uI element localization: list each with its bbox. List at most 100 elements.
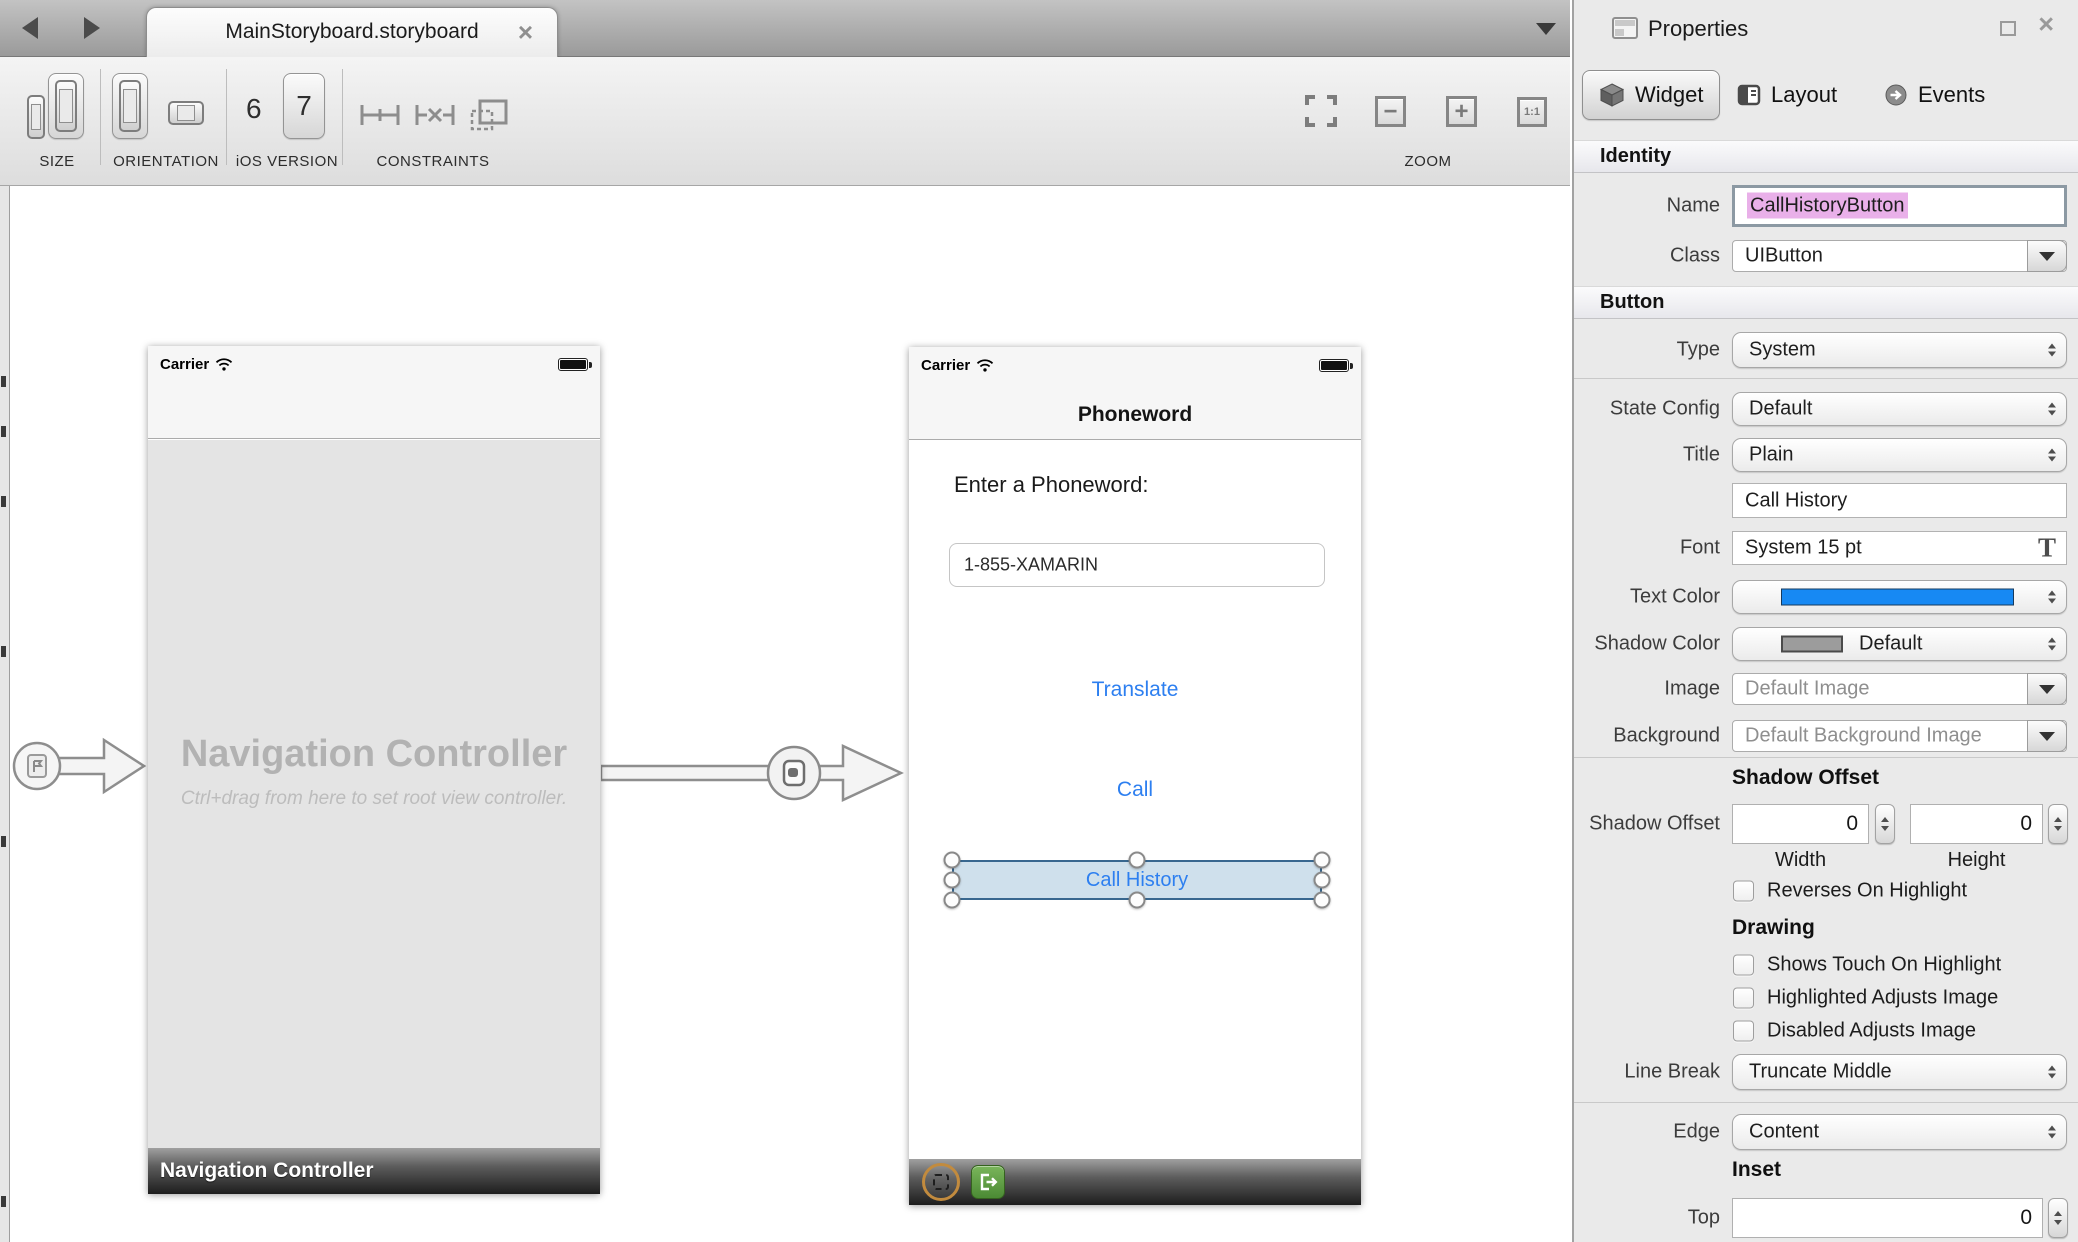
line-break-label: Line Break: [1574, 1061, 1720, 1084]
orientation-portrait-button[interactable]: [112, 73, 148, 139]
call-button[interactable]: Call: [909, 778, 1361, 802]
edge-select[interactable]: Content: [1732, 1114, 2067, 1150]
panel-edge-mark: [1, 836, 6, 847]
tab-close-icon[interactable]: ×: [518, 8, 533, 56]
shadow-offset-height-input[interactable]: 0: [1910, 804, 2043, 844]
disabled-adjusts-checkbox[interactable]: [1733, 1021, 1754, 1042]
back-button[interactable]: [22, 17, 38, 39]
ios6-button[interactable]: 6: [246, 93, 262, 125]
resize-handle[interactable]: [1314, 852, 1331, 869]
inset-top-input[interactable]: 0: [1732, 1198, 2043, 1238]
shadow-offset-width-input[interactable]: 0: [1732, 804, 1869, 844]
title-text-row: Call History: [1574, 483, 2078, 518]
background-combo[interactable]: Default Background Image: [1732, 720, 2067, 752]
forward-button[interactable]: [84, 17, 100, 39]
scene-footer-bar[interactable]: [909, 1159, 1361, 1205]
ios-version-group-label: iOS VERSION: [236, 153, 338, 170]
zoom-fit-icon[interactable]: [1303, 93, 1339, 129]
inset-top-stepper[interactable]: [2048, 1198, 2068, 1238]
type-select[interactable]: System: [1732, 332, 2067, 368]
tab-events[interactable]: Events: [1884, 70, 1985, 120]
phoneword-scene[interactable]: Carrier Phoneword Enter a Phoneword: 1-8…: [909, 347, 1361, 1205]
scene-header: Carrier: [148, 346, 600, 439]
translate-button[interactable]: Translate: [909, 678, 1361, 702]
size-iphone-icon[interactable]: [27, 95, 45, 139]
storyboard-entry-arrow[interactable]: [10, 734, 148, 798]
font-input[interactable]: System 15 pt T: [1732, 531, 2067, 565]
image-combo[interactable]: Default Image: [1732, 673, 2067, 705]
title-text-value: Call History: [1745, 489, 1847, 512]
chevron-down-icon: [2039, 685, 2055, 694]
zoom-out-button[interactable]: −: [1375, 96, 1406, 127]
dropdown-button[interactable]: [2027, 240, 2067, 272]
identity-section-header: Identity: [1574, 140, 2078, 173]
tab-mainstoryboard[interactable]: MainStoryboard.storyboard ×: [146, 7, 558, 57]
phoneword-prompt-label[interactable]: Enter a Phoneword:: [954, 472, 1148, 498]
constraint-frame-icon[interactable]: [468, 97, 510, 133]
dropdown-button[interactable]: [2027, 673, 2067, 705]
state-config-select[interactable]: Default: [1732, 392, 2067, 426]
scene-footer-bar[interactable]: Navigation Controller: [148, 1148, 600, 1194]
zoom-actual-size-button[interactable]: 1:1: [1517, 97, 1547, 127]
text-color-select[interactable]: [1732, 580, 2067, 614]
battery-icon: [1319, 359, 1349, 372]
tab-widget-label: Widget: [1635, 82, 1703, 108]
resize-handle[interactable]: [1129, 852, 1146, 869]
class-row: Class UIButton: [1574, 240, 2078, 272]
background-label: Background: [1574, 725, 1720, 748]
resize-handle[interactable]: [944, 852, 961, 869]
zoom-group-label: ZOOM: [1405, 153, 1452, 170]
name-input[interactable]: CallHistoryButton: [1732, 185, 2067, 227]
text-color-label: Text Color: [1574, 586, 1720, 609]
width-stepper[interactable]: [1875, 804, 1895, 844]
font-picker-icon[interactable]: T: [2038, 533, 2056, 564]
highlighted-adjusts-checkbox[interactable]: [1733, 988, 1754, 1009]
zoom-in-button[interactable]: +: [1446, 96, 1477, 127]
navigation-controller-body[interactable]: Navigation Controller Ctrl+drag from her…: [148, 440, 600, 1148]
resize-handle[interactable]: [1314, 872, 1331, 889]
line-break-select[interactable]: Truncate Middle: [1732, 1054, 2067, 1090]
title-style-select[interactable]: Plain: [1732, 438, 2067, 472]
title-text-input[interactable]: Call History: [1732, 483, 2067, 518]
first-responder-icon[interactable]: [922, 1163, 960, 1201]
phoneword-text-field[interactable]: 1-855-XAMARIN: [949, 543, 1325, 587]
reverses-checkbox[interactable]: [1733, 881, 1754, 902]
close-icon[interactable]: ×: [2038, 9, 2054, 40]
carrier-status: Carrier: [921, 357, 994, 374]
panel-edge-mark: [1, 426, 6, 437]
constraint-width-icon[interactable]: [358, 97, 402, 133]
tab-widget[interactable]: Widget: [1582, 70, 1720, 120]
panel-edge-mark: [1, 376, 6, 387]
exit-segue-icon[interactable]: [971, 1165, 1005, 1199]
orientation-landscape-button[interactable]: [168, 101, 204, 125]
root-view-segue-arrow[interactable]: [601, 741, 907, 805]
ios7-label: 7: [284, 90, 324, 122]
updown-arrows-icon: [2048, 1126, 2056, 1139]
tab-events-label: Events: [1918, 82, 1985, 108]
navigation-controller-scene[interactable]: Carrier Navigation Controller Ctrl+drag …: [148, 346, 600, 1194]
ios7-button[interactable]: 7: [283, 73, 325, 139]
phoneword-view-body[interactable]: Enter a Phoneword: 1-855-XAMARIN Transla…: [909, 441, 1361, 1159]
resize-handle[interactable]: [1314, 892, 1331, 909]
constraint-remove-icon[interactable]: [413, 97, 457, 133]
tab-layout[interactable]: Layout: [1737, 70, 1837, 120]
size-iphone-tall-button[interactable]: [48, 73, 84, 139]
name-row: Name CallHistoryButton: [1574, 185, 2078, 227]
height-stepper[interactable]: [2048, 804, 2068, 844]
class-combo[interactable]: UIButton: [1732, 240, 2067, 272]
status-bar: Carrier: [909, 347, 1361, 383]
type-label: Type: [1574, 339, 1720, 362]
toolbar-divider: [100, 69, 101, 165]
resize-handle[interactable]: [944, 892, 961, 909]
collapsed-panel-edge[interactable]: [0, 186, 10, 1242]
shows-touch-checkbox[interactable]: [1733, 955, 1754, 976]
line-break-row: Line Break Truncate Middle: [1574, 1054, 2078, 1090]
shadow-color-select[interactable]: Default: [1732, 627, 2067, 661]
resize-handle[interactable]: [1129, 892, 1146, 909]
resize-handle[interactable]: [944, 872, 961, 889]
events-arrow-icon: [1884, 83, 1908, 107]
tab-overflow-icon[interactable]: [1536, 23, 1556, 35]
dropdown-button[interactable]: [2027, 720, 2067, 752]
minimize-icon[interactable]: [2000, 21, 2016, 36]
properties-pad-icon: [1612, 17, 1638, 39]
